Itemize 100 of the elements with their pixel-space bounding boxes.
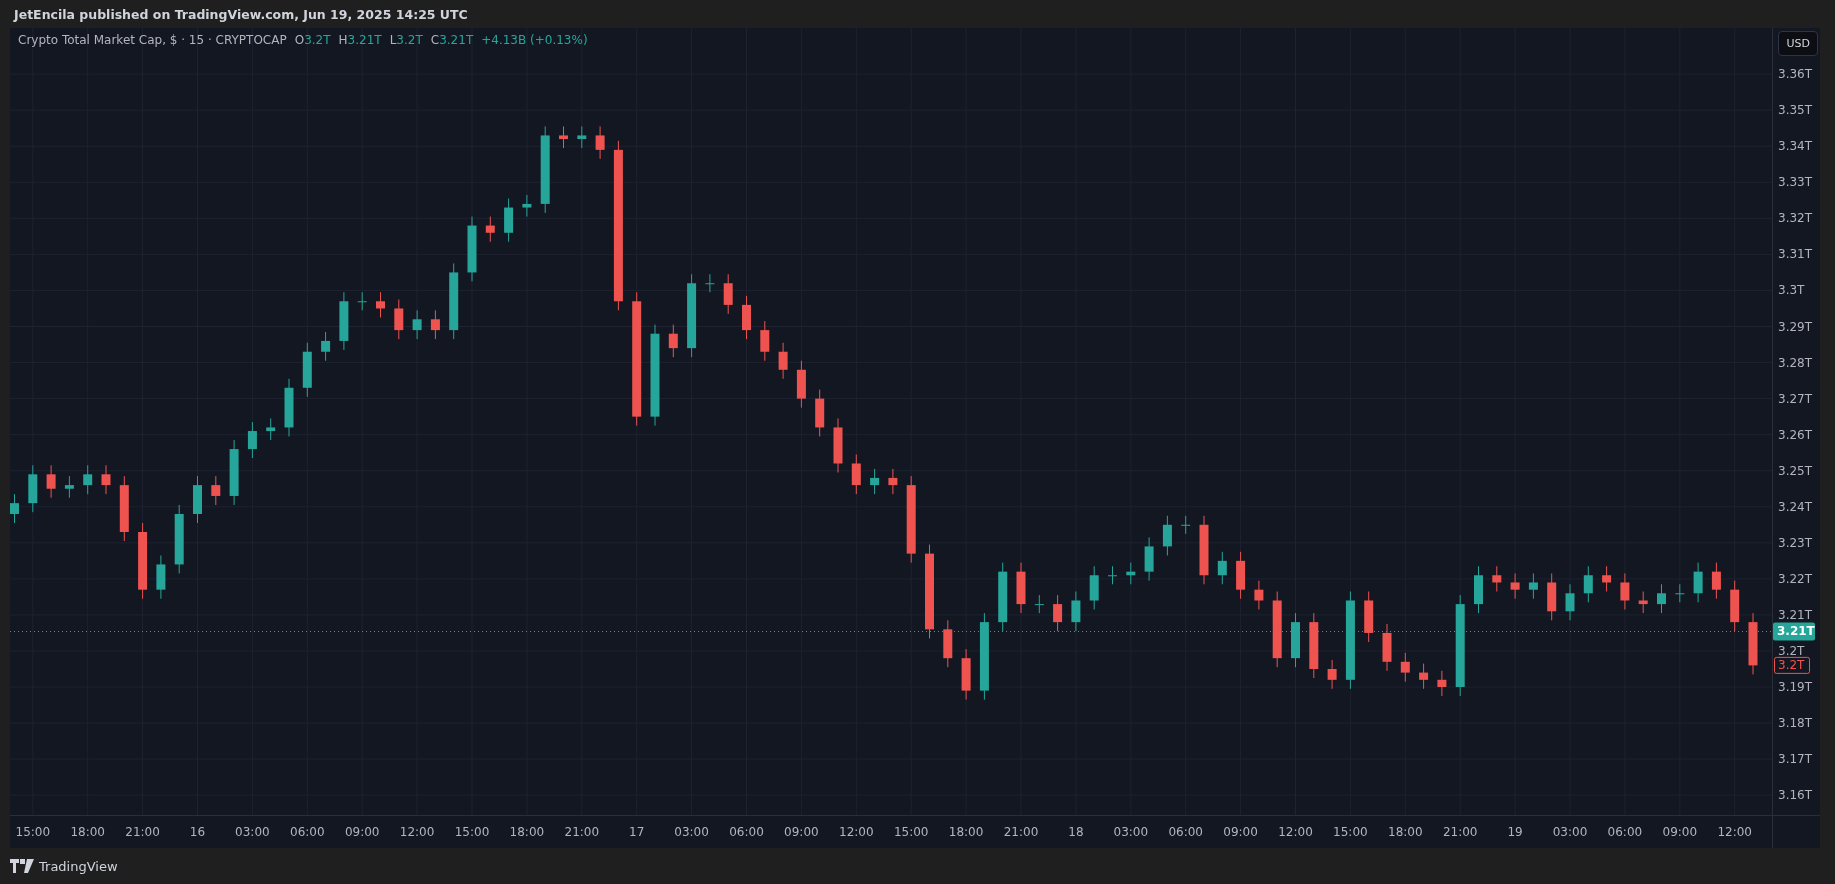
candlestick <box>83 464 93 495</box>
time-axis-label: 12:00 <box>1278 825 1313 839</box>
candlestick <box>1547 572 1557 621</box>
candlestick <box>1510 572 1520 600</box>
candlestick <box>119 475 129 542</box>
time-axis-label: 03:00 <box>1113 825 1149 839</box>
candlestick <box>1236 551 1246 600</box>
candlestick <box>888 468 898 495</box>
time-axis-label: 21:00 <box>1442 825 1478 839</box>
candlestick <box>376 291 385 318</box>
candlestick <box>1217 551 1227 585</box>
candlestick <box>1400 652 1410 683</box>
time-axis-label: 12:00 <box>399 825 435 839</box>
candlestick <box>1602 565 1612 592</box>
candlestick <box>64 475 74 499</box>
time-axis-label: 06:00 <box>1168 825 1203 839</box>
candlestick <box>1711 562 1721 600</box>
candlestick <box>1638 591 1648 614</box>
time-axis-label: 15:00 <box>893 825 929 839</box>
time-axis-label: 16 <box>189 825 206 839</box>
candlestick <box>1162 515 1172 556</box>
time-axis-label: 17 <box>629 825 645 839</box>
candlestick <box>1291 612 1300 668</box>
price-axis-label: 3.28T <box>1778 355 1813 370</box>
candlestick <box>723 273 733 315</box>
candlestick <box>1089 565 1099 610</box>
candlestick <box>1528 572 1538 600</box>
candlestick <box>595 125 605 160</box>
candlestick <box>1693 562 1703 603</box>
candlestick <box>522 194 532 218</box>
currency-button[interactable]: USD <box>1778 31 1818 56</box>
price-axis-label: 3.23T <box>1778 535 1813 550</box>
price-axis-label: 3.3T <box>1778 283 1805 298</box>
candlestick <box>174 504 184 574</box>
last-price-badge: 3.21T <box>1773 622 1815 641</box>
candlestick <box>10 493 19 524</box>
price-axis-label: 3.2T <box>1778 643 1805 658</box>
candlestick <box>1364 591 1374 643</box>
price-axis-label: 3.31T <box>1778 247 1813 262</box>
price-axis-label: 3.22T <box>1778 571 1813 586</box>
time-axis-label: 06:00 <box>290 825 325 839</box>
time-axis-label: 15:00 <box>1333 825 1368 839</box>
candlestick <box>705 273 715 293</box>
candlestick <box>1016 562 1026 614</box>
candlestick <box>1071 591 1081 632</box>
candlestick <box>229 439 239 506</box>
time-axis-label: 18:00 <box>1388 825 1423 839</box>
price-axis-label: 3.26T <box>1778 427 1813 442</box>
time-axis-label: 15:00 <box>454 825 490 839</box>
candlestick <box>193 475 202 524</box>
ohlc-value: C3.21T <box>430 33 474 47</box>
candlestick <box>1382 623 1392 672</box>
candlestick <box>1327 659 1337 690</box>
price-axis-label: 3.24T <box>1778 499 1813 514</box>
price-axis-label: 3.19T <box>1778 680 1813 694</box>
candlestick <box>815 389 825 437</box>
candlestick <box>1034 594 1044 614</box>
time-axis-label: 18 <box>1068 825 1084 839</box>
candlestick <box>1053 594 1063 632</box>
candlestick <box>321 331 331 362</box>
time-axis-label: 06:00 <box>1607 825 1643 839</box>
candlestick <box>1657 583 1666 614</box>
candlestick <box>46 464 56 499</box>
candlestick <box>357 291 367 311</box>
candlestick <box>1419 663 1429 690</box>
time-axis-label: 03:00 <box>235 825 270 839</box>
price-axis-label: 3.27T <box>1778 391 1813 406</box>
candlestick <box>284 378 294 437</box>
time-axis-label: 18:00 <box>70 825 105 839</box>
candlestick <box>156 554 166 600</box>
time-axis-label: 09:00 <box>1662 825 1698 839</box>
candlestick <box>1620 572 1630 610</box>
time-axis-label: 18:00 <box>509 825 545 839</box>
candlestick <box>851 454 861 495</box>
candlestick <box>1254 580 1264 610</box>
candlestick <box>796 360 806 409</box>
publisher-line: JetEncila published on TradingView.com, Jun 19, 2025 14:25 UTC <box>14 6 468 22</box>
price-axis-label: 3.29T <box>1778 319 1813 334</box>
brand-name: TradingView <box>39 858 118 874</box>
price-marker: 3.2T <box>1774 656 1810 674</box>
candlestick <box>1583 565 1593 603</box>
candlestick <box>577 125 587 149</box>
ohlc-value: O3.2T <box>294 33 331 47</box>
time-axis-label: 03:00 <box>1552 825 1588 839</box>
candlestick <box>1126 562 1136 585</box>
time-axis-label: 21:00 <box>125 825 160 839</box>
candlestick <box>1437 670 1447 697</box>
candlestick <box>28 464 38 513</box>
price-change: +4.13B (+0.13%) <box>481 33 588 47</box>
time-axis-label: 12:00 <box>1717 825 1752 839</box>
price-axis-label: 3.17T <box>1778 752 1813 767</box>
candlestick <box>101 464 111 495</box>
ohlc-value: L3.2T <box>389 33 423 47</box>
candlestick <box>1108 565 1117 585</box>
candlestick <box>1474 565 1483 614</box>
candlestick <box>943 619 953 668</box>
candlestick <box>998 562 1008 632</box>
time-axis-label: 12:00 <box>839 825 874 839</box>
candlestick <box>870 468 880 495</box>
symbol-title: Crypto Total Market Cap, $ · 15 · CRYPTOCAP <box>18 33 287 47</box>
